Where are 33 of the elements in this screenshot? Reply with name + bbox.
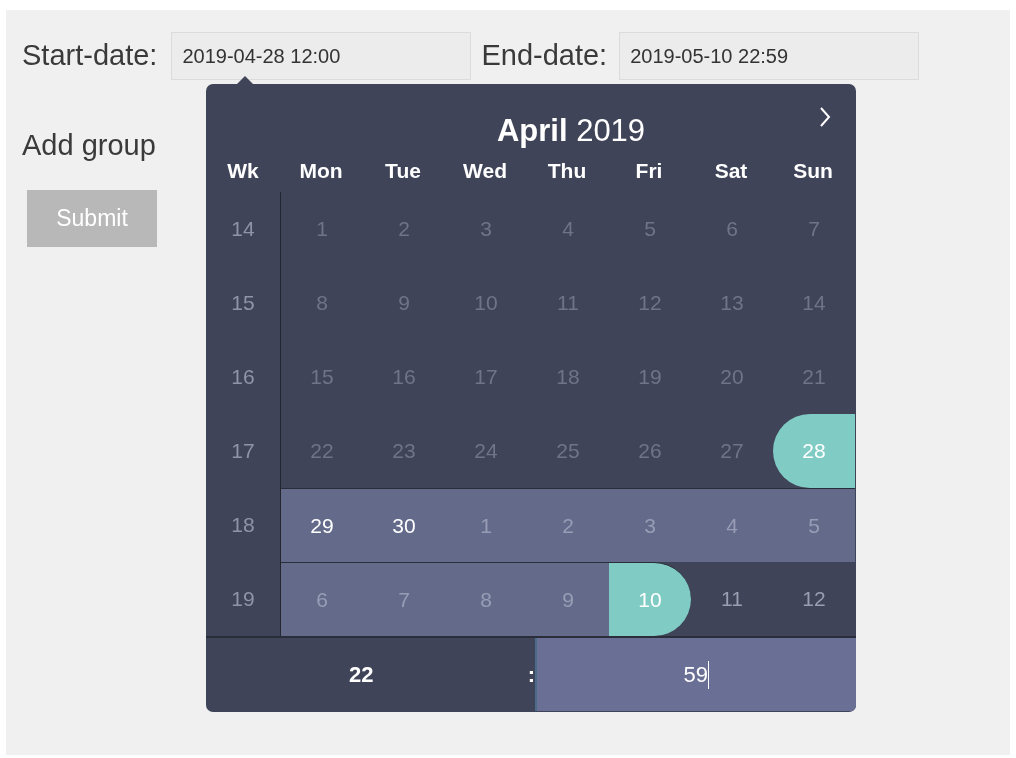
text-cursor — [708, 660, 710, 689]
submit-button[interactable]: Submit — [27, 190, 157, 247]
weekday-header: Wed — [462, 158, 508, 185]
hour-field[interactable]: 22 — [349, 658, 374, 691]
day-cell[interactable]: 12 — [773, 562, 855, 636]
end-date-field[interactable]: 2019-05-10 22:59 — [619, 32, 920, 80]
start-date-label: Start-date: — [22, 38, 158, 74]
next-month-icon[interactable] — [818, 106, 832, 128]
week-number: 15 — [230, 290, 256, 317]
weekday-header: Sat — [713, 158, 749, 185]
day-cell[interactable]: 29 — [281, 488, 363, 562]
week-number: 16 — [230, 364, 256, 391]
time-separator: : — [527, 661, 535, 689]
weekday-header: Tue — [384, 158, 422, 185]
week-column-header: Wk — [226, 158, 260, 185]
weekday-header: Sun — [792, 158, 834, 185]
weekday-header: Fri — [634, 158, 664, 185]
groups-label: Add group — [22, 128, 156, 164]
week-number: 17 — [230, 438, 256, 465]
year-label[interactable]: 2019 — [576, 113, 646, 148]
minute-field[interactable]: 59 — [535, 638, 856, 711]
week-number: 19 — [230, 586, 256, 613]
weekday-header: Thu — [546, 158, 588, 185]
day-cell[interactable]: 11 — [691, 562, 773, 636]
week-number: 14 — [230, 216, 256, 243]
day-cell[interactable]: 10 — [609, 562, 691, 636]
week-number: 18 — [230, 512, 256, 539]
start-date-field[interactable]: 2019-04-28 12:00 — [171, 32, 472, 80]
day-cell[interactable]: 28 — [773, 414, 855, 488]
end-date-label: End-date: — [481, 38, 608, 74]
month-label[interactable]: April — [496, 113, 568, 148]
day-cell[interactable]: 30 — [363, 488, 445, 562]
weekday-header: Mon — [298, 158, 344, 185]
